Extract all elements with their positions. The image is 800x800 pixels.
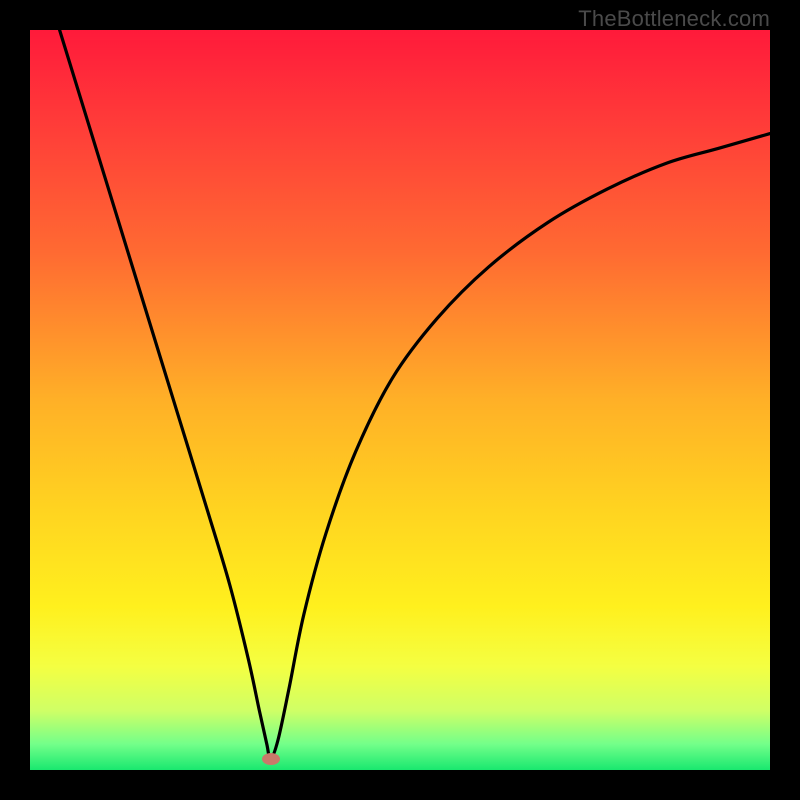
watermark-text: TheBottleneck.com — [578, 6, 770, 32]
plot-area — [30, 30, 770, 770]
bottleneck-curve — [30, 30, 770, 770]
minimum-marker — [262, 753, 280, 765]
chart-frame: TheBottleneck.com — [0, 0, 800, 800]
